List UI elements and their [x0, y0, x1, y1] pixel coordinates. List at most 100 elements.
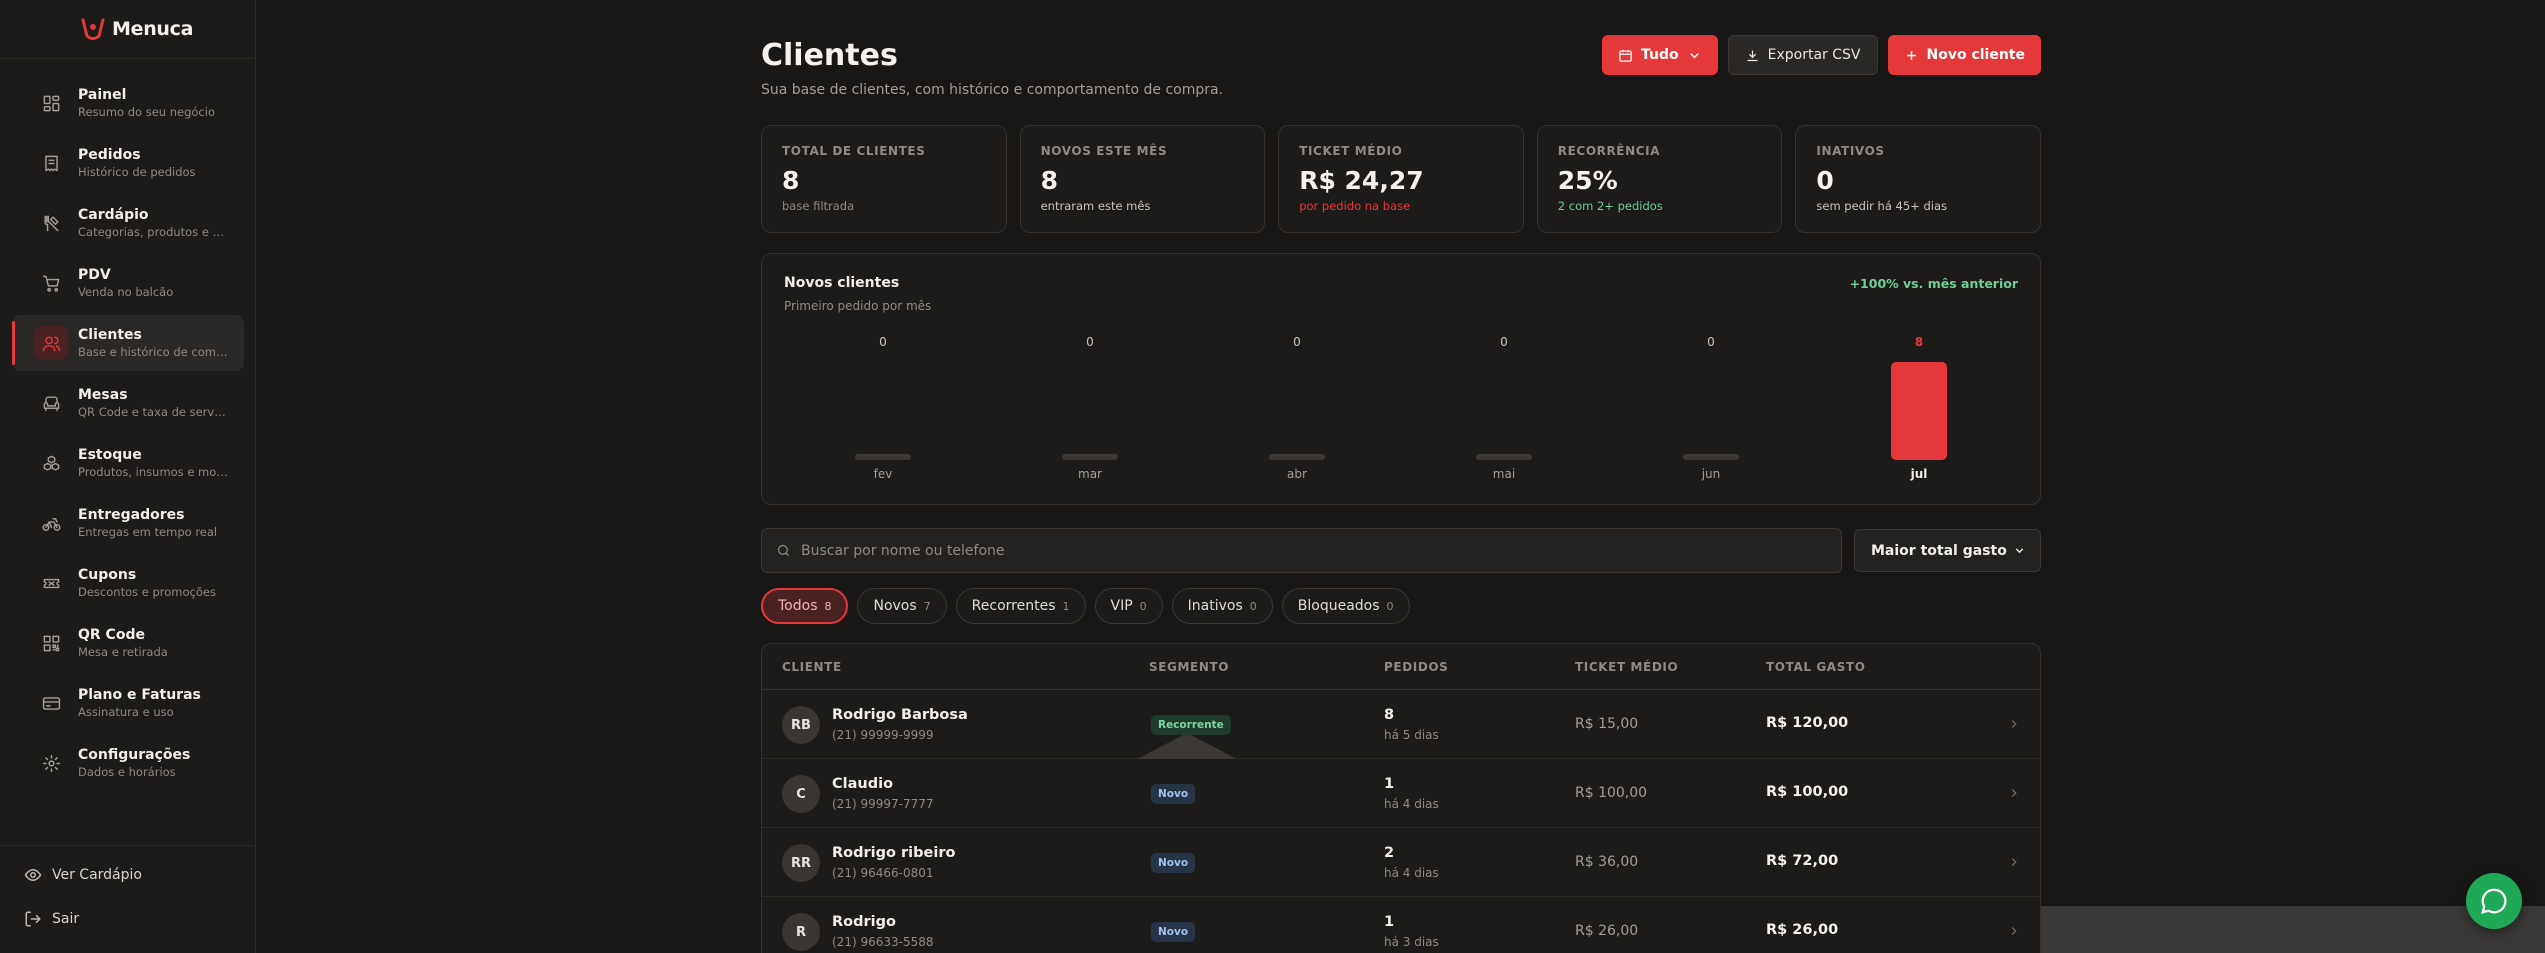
sidebar-item-texts: PDV Venda no balcão — [78, 267, 228, 299]
client-phone: (21) 96633-5588 — [832, 935, 934, 949]
last-order-time: há 3 dias — [1384, 935, 1439, 949]
sidebar-item-description: Produtos, insumos e movimentações — [78, 465, 228, 479]
filter-chip-novos[interactable]: Novos 7 — [857, 588, 947, 624]
average-ticket: R$ 100,00 — [1575, 785, 1648, 801]
filter-chip-label: Todos — [778, 598, 818, 614]
search-icon — [777, 544, 789, 556]
stat-label: TICKET MÉDIO — [1299, 144, 1403, 158]
new-clients-chart-card: Novos clientes Primeiro pedido por mês +… — [761, 253, 2041, 505]
chart-bar-mai[interactable] — [1476, 454, 1532, 460]
chart-category-label: jun — [1701, 467, 1721, 481]
sidebar-item-cupons[interactable]: Cupons Descontos e promoções — [12, 555, 244, 611]
chart-bar-jun[interactable] — [1683, 454, 1739, 460]
filter-chip-count: 0 — [1139, 599, 1147, 613]
table-header: CLIENTE SEGMENTO PEDIDOS TICKET MÉDIO TO… — [762, 644, 2040, 690]
sidebar-item-description: Base e histórico de compra — [78, 345, 228, 359]
sidebar-item-plano-e-faturas[interactable]: Plano e Faturas Assinatura e uso — [12, 675, 244, 731]
eye-icon — [24, 868, 42, 882]
stat-label: NOVOS ESTE MÊS — [1040, 144, 1168, 158]
column-header-ticket[interactable]: TICKET MÉDIO — [1575, 660, 1678, 674]
sidebar-item-estoque[interactable]: Estoque Produtos, insumos e movimentações — [12, 435, 244, 491]
filter-chip-recorrentes[interactable]: Recorrentes 1 — [955, 588, 1086, 624]
sidebar-item-description: Dados e horários — [78, 765, 176, 779]
sidebar-item-label: Configurações — [78, 747, 191, 763]
receipt-icon — [34, 146, 68, 180]
chart-category-label: mar — [1078, 467, 1102, 481]
chart-bar-mar[interactable] — [1062, 454, 1118, 460]
sidebar-footer-divider — [0, 845, 256, 846]
total-spent: R$ 100,00 — [1766, 784, 1849, 800]
chart-bar-jul[interactable] — [1891, 362, 1947, 460]
sidebar-item-texts: Painel Resumo do seu negócio — [78, 87, 228, 119]
avatar: RB — [782, 706, 820, 744]
calendar-icon — [1619, 49, 1632, 62]
client-name: Rodrigo ribeiro — [832, 845, 956, 861]
sidebar-item-label: PDV — [78, 267, 111, 283]
chart-bar-abr[interactable] — [1269, 454, 1325, 460]
chart-value-label: 0 — [1500, 335, 1508, 349]
sidebar: Menuca Painel Resumo do seu negócio Pedido… — [0, 0, 256, 953]
filter-chip-todos[interactable]: Todos 8 — [761, 588, 849, 624]
chart-category-label: jul — [1910, 467, 1928, 481]
column-header-orders[interactable]: PEDIDOS — [1384, 660, 1448, 674]
stats-row: TOTAL DE CLIENTES 8 base filtrada NOVOS EST… — [761, 125, 2041, 233]
table-body: RB Rodrigo Barbosa (21) 99999-9999 Recorren… — [762, 690, 2040, 953]
sidebar-item-label: Pedidos — [78, 147, 141, 163]
chart-category-label: mai — [1493, 467, 1515, 481]
table-row[interactable]: RR Rodrigo ribeiro (21) 96466-0801 Novo 2 há … — [762, 828, 2040, 897]
view-menu-link[interactable]: Ver Cardápio — [24, 866, 142, 884]
filter-chip-count: 1 — [1062, 599, 1070, 613]
sidebar-item-texts: Entregadores Entregas em tempo real — [78, 507, 228, 539]
last-order-time: há 4 dias — [1384, 866, 1439, 880]
sidebar-item-pdv[interactable]: PDV Venda no balcão — [12, 255, 244, 311]
new-client-button[interactable]: Novo cliente — [1887, 35, 2041, 75]
clients-table: CLIENTE SEGMENTO PEDIDOS TICKET MÉDIO TO… — [761, 643, 2041, 953]
table-row[interactable]: C Claudio (21) 99997-7777 Novo 1 há 4 dias R$ … — [762, 759, 2040, 828]
avatar: RR — [782, 844, 820, 882]
column-header-total[interactable]: TOTAL GASTO — [1766, 660, 1866, 674]
page-title: Clientes — [761, 38, 898, 73]
sidebar-item-qr-code[interactable]: QR Code Mesa e retirada — [12, 615, 244, 671]
sidebar-item-description: Assinatura e uso — [78, 705, 174, 719]
logout-link[interactable]: Sair — [24, 910, 79, 928]
avatar: R — [782, 913, 820, 951]
stat-note: sem pedir há 45+ dias — [1816, 199, 1948, 213]
chart-value-label: 0 — [879, 335, 887, 349]
chat-button[interactable] — [2466, 873, 2522, 929]
filter-chip-vip[interactable]: VIP 0 — [1094, 588, 1163, 624]
last-order-time: há 4 dias — [1384, 797, 1439, 811]
sidebar-item-mesas[interactable]: Mesas QR Code e taxa de serviço — [12, 375, 244, 431]
period-filter-button[interactable]: Tudo — [1602, 35, 1718, 75]
filter-chip-count: 8 — [824, 599, 832, 613]
export-csv-label: Exportar CSV — [1767, 47, 1861, 63]
stat-note: por pedido na base — [1299, 199, 1411, 213]
chart-bar-fev[interactable] — [855, 454, 911, 460]
segment-filter-chips: Todos 8 Novos 7 Recorrentes 1 VIP 0 Inativos 0 Blo… — [761, 588, 1410, 624]
sidebar-item-card-pio[interactable]: Cardápio Categorias, produtos e adicionai… — [12, 195, 244, 251]
sidebar-item-configura-es[interactable]: Configurações Dados e horários — [12, 735, 244, 791]
order-count: 1 — [1384, 914, 1395, 930]
search-input[interactable] — [801, 542, 1801, 559]
sort-select[interactable]: Maior total gasto — [1854, 529, 2041, 572]
filter-chip-inativos[interactable]: Inativos 0 — [1171, 588, 1273, 624]
filter-chip-count: 0 — [1249, 599, 1257, 613]
filter-chip-bloqueados[interactable]: Bloqueados 0 — [1281, 588, 1410, 624]
table-row[interactable]: R Rodrigo (21) 96633-5588 Novo 1 há 3 dias R$ … — [762, 897, 2040, 953]
stat-value: 8 — [1040, 166, 1058, 195]
brand-logo[interactable]: Menuca — [78, 14, 193, 44]
column-header-segment[interactable]: SEGMENTO — [1149, 660, 1229, 674]
sidebar-item-description: Entregas em tempo real — [78, 525, 218, 539]
export-csv-button[interactable]: Exportar CSV — [1727, 35, 1878, 75]
sidebar-item-texts: Cupons Descontos e promoções — [78, 567, 228, 599]
stat-value: 8 — [782, 166, 800, 195]
chart-category-label: fev — [874, 467, 893, 481]
sidebar-item-entregadores[interactable]: Entregadores Entregas em tempo real — [12, 495, 244, 551]
sidebar-item-clientes[interactable]: Clientes Base e histórico de compra — [12, 315, 244, 371]
avatar: C — [782, 775, 820, 813]
sidebar-item-texts: Estoque Produtos, insumos e movimentações — [78, 447, 228, 479]
table-row[interactable]: RB Rodrigo Barbosa (21) 99999-9999 Recorren… — [762, 690, 2040, 759]
sidebar-item-pedidos[interactable]: Pedidos Histórico de pedidos — [12, 135, 244, 191]
client-name: Claudio — [832, 776, 894, 792]
sidebar-item-painel[interactable]: Painel Resumo do seu negócio — [12, 75, 244, 131]
column-header-client[interactable]: CLIENTE — [782, 660, 842, 674]
